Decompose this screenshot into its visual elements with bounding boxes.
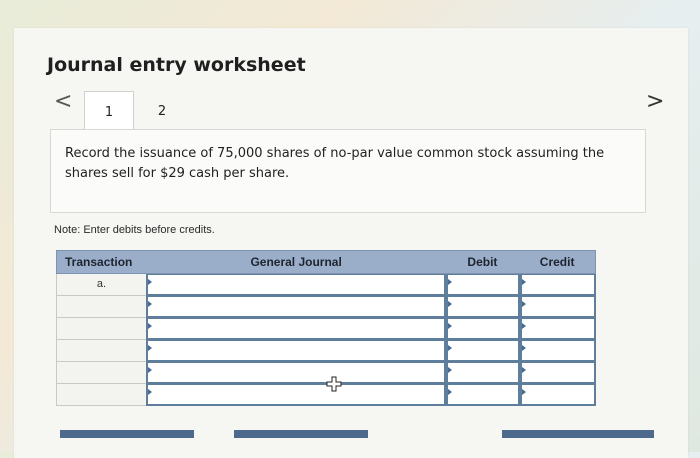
account-input[interactable]: [146, 318, 446, 340]
debit-input[interactable]: [446, 384, 520, 406]
account-input[interactable]: [146, 340, 446, 362]
tab-label: 1: [104, 104, 114, 120]
account-input[interactable]: [146, 362, 446, 384]
transaction-cell: a.: [56, 274, 146, 296]
header-general-journal: General Journal: [250, 255, 342, 269]
transaction-cell: [56, 296, 146, 318]
transaction-cell: [56, 384, 146, 406]
header-transaction: Transaction: [65, 255, 133, 269]
clear-entry-button[interactable]: [234, 430, 368, 438]
debit-input[interactable]: [446, 296, 520, 318]
table-row: [56, 296, 596, 318]
chevron-right-icon[interactable]: >: [646, 91, 664, 113]
credit-input[interactable]: [520, 274, 596, 296]
credit-input[interactable]: [520, 340, 596, 362]
debit-input[interactable]: [446, 340, 520, 362]
debit-input[interactable]: [446, 318, 520, 340]
table-row: [56, 340, 596, 362]
instruction-note: Note: Enter debits before credits.: [54, 224, 215, 236]
credit-input[interactable]: [520, 362, 596, 384]
table-row: a.: [56, 274, 596, 296]
credit-input[interactable]: [520, 296, 596, 318]
page-title: Journal entry worksheet: [47, 54, 306, 76]
credit-input[interactable]: [520, 384, 596, 406]
account-input[interactable]: [146, 274, 446, 296]
tab-2[interactable]: 2: [138, 91, 186, 131]
table-row: [56, 318, 596, 340]
header-credit: Credit: [539, 255, 575, 269]
tab-label: 2: [157, 103, 167, 119]
credit-input[interactable]: [520, 318, 596, 340]
worksheet-panel: Journal entry worksheet < 1 2 > Record t…: [14, 28, 688, 458]
question-text: Record the issuance of 75,000 shares of …: [65, 146, 605, 181]
transaction-cell: [56, 340, 146, 362]
transaction-cell: [56, 362, 146, 384]
tab-1[interactable]: 1: [84, 91, 134, 132]
record-entry-button[interactable]: [60, 430, 194, 438]
debit-input[interactable]: [446, 274, 520, 296]
chevron-left-icon[interactable]: <: [54, 91, 72, 113]
question-box: Record the issuance of 75,000 shares of …: [50, 129, 646, 213]
move-cursor-icon: [326, 376, 342, 392]
account-input[interactable]: [146, 296, 446, 318]
account-input[interactable]: [146, 384, 446, 406]
transaction-cell: [56, 318, 146, 340]
debit-input[interactable]: [446, 362, 520, 384]
view-general-journal-button[interactable]: [502, 430, 654, 438]
header-debit: Debit: [467, 255, 498, 269]
journal-header-row: Transaction General Journal Debit Credit: [56, 250, 596, 274]
